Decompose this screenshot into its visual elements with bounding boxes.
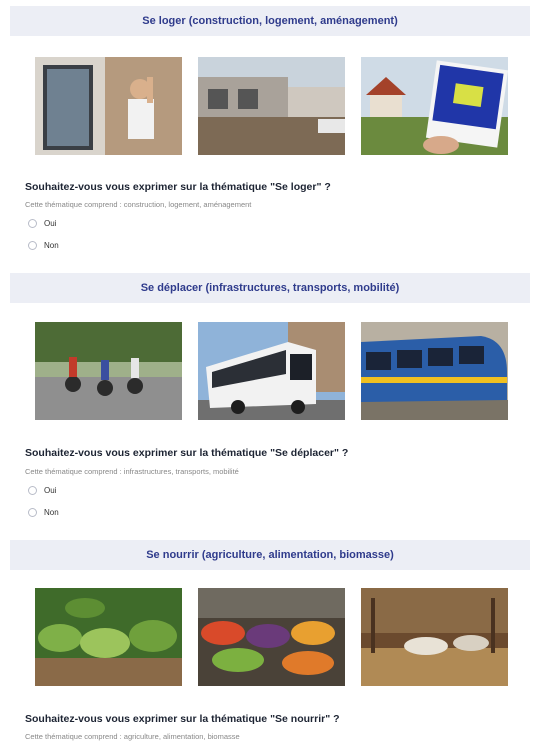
section-header-se-deplacer: Se déplacer (infrastructures, transports… [10,273,530,303]
radio-label: Non [44,240,59,250]
radio-se-deplacer-oui[interactable]: Oui [28,483,56,497]
question-se-nourrir: Souhaitez-vous vous exprimer sur la thém… [25,713,340,725]
question-se-loger: Souhaitez-vous vous exprimer sur la thém… [25,181,331,193]
photo-cyclists [35,322,182,420]
photo-vegetable-garden [35,588,182,686]
radio-circle[interactable] [28,485,37,495]
images-se-nourrir [35,588,508,686]
images-se-loger [35,57,508,155]
radio-se-loger-oui[interactable]: Oui [28,216,56,230]
question-se-deplacer: Souhaitez-vous vous exprimer sur la thém… [25,447,349,459]
photo-barn-cows [361,588,508,686]
radio-circle[interactable] [28,218,37,228]
photo-market-stall [198,588,345,686]
photo-thermal-camera-house [361,57,508,155]
description-se-deplacer: Cette thématique comprend : infrastructu… [25,467,239,476]
images-se-deplacer [35,322,508,420]
radio-se-loger-non[interactable]: Non [28,238,59,252]
description-se-nourrir: Cette thématique comprend : agriculture,… [25,732,240,741]
photo-train [361,322,508,420]
radio-se-deplacer-non[interactable]: Non [28,505,59,519]
radio-label: Non [44,507,59,517]
photo-window-installation [35,57,182,155]
radio-circle[interactable] [28,507,37,517]
survey-page: Se loger (construction, logement, aménag… [0,0,538,749]
section-header-se-nourrir: Se nourrir (agriculture, alimentation, b… [10,540,530,570]
description-se-loger: Cette thématique comprend : construction… [25,200,252,209]
photo-construction-site [198,57,345,155]
radio-label: Oui [44,485,57,495]
radio-label: Oui [44,218,57,228]
section-header-se-loger: Se loger (construction, logement, aménag… [10,6,530,36]
photo-bus [198,322,345,420]
radio-circle[interactable] [28,240,37,250]
